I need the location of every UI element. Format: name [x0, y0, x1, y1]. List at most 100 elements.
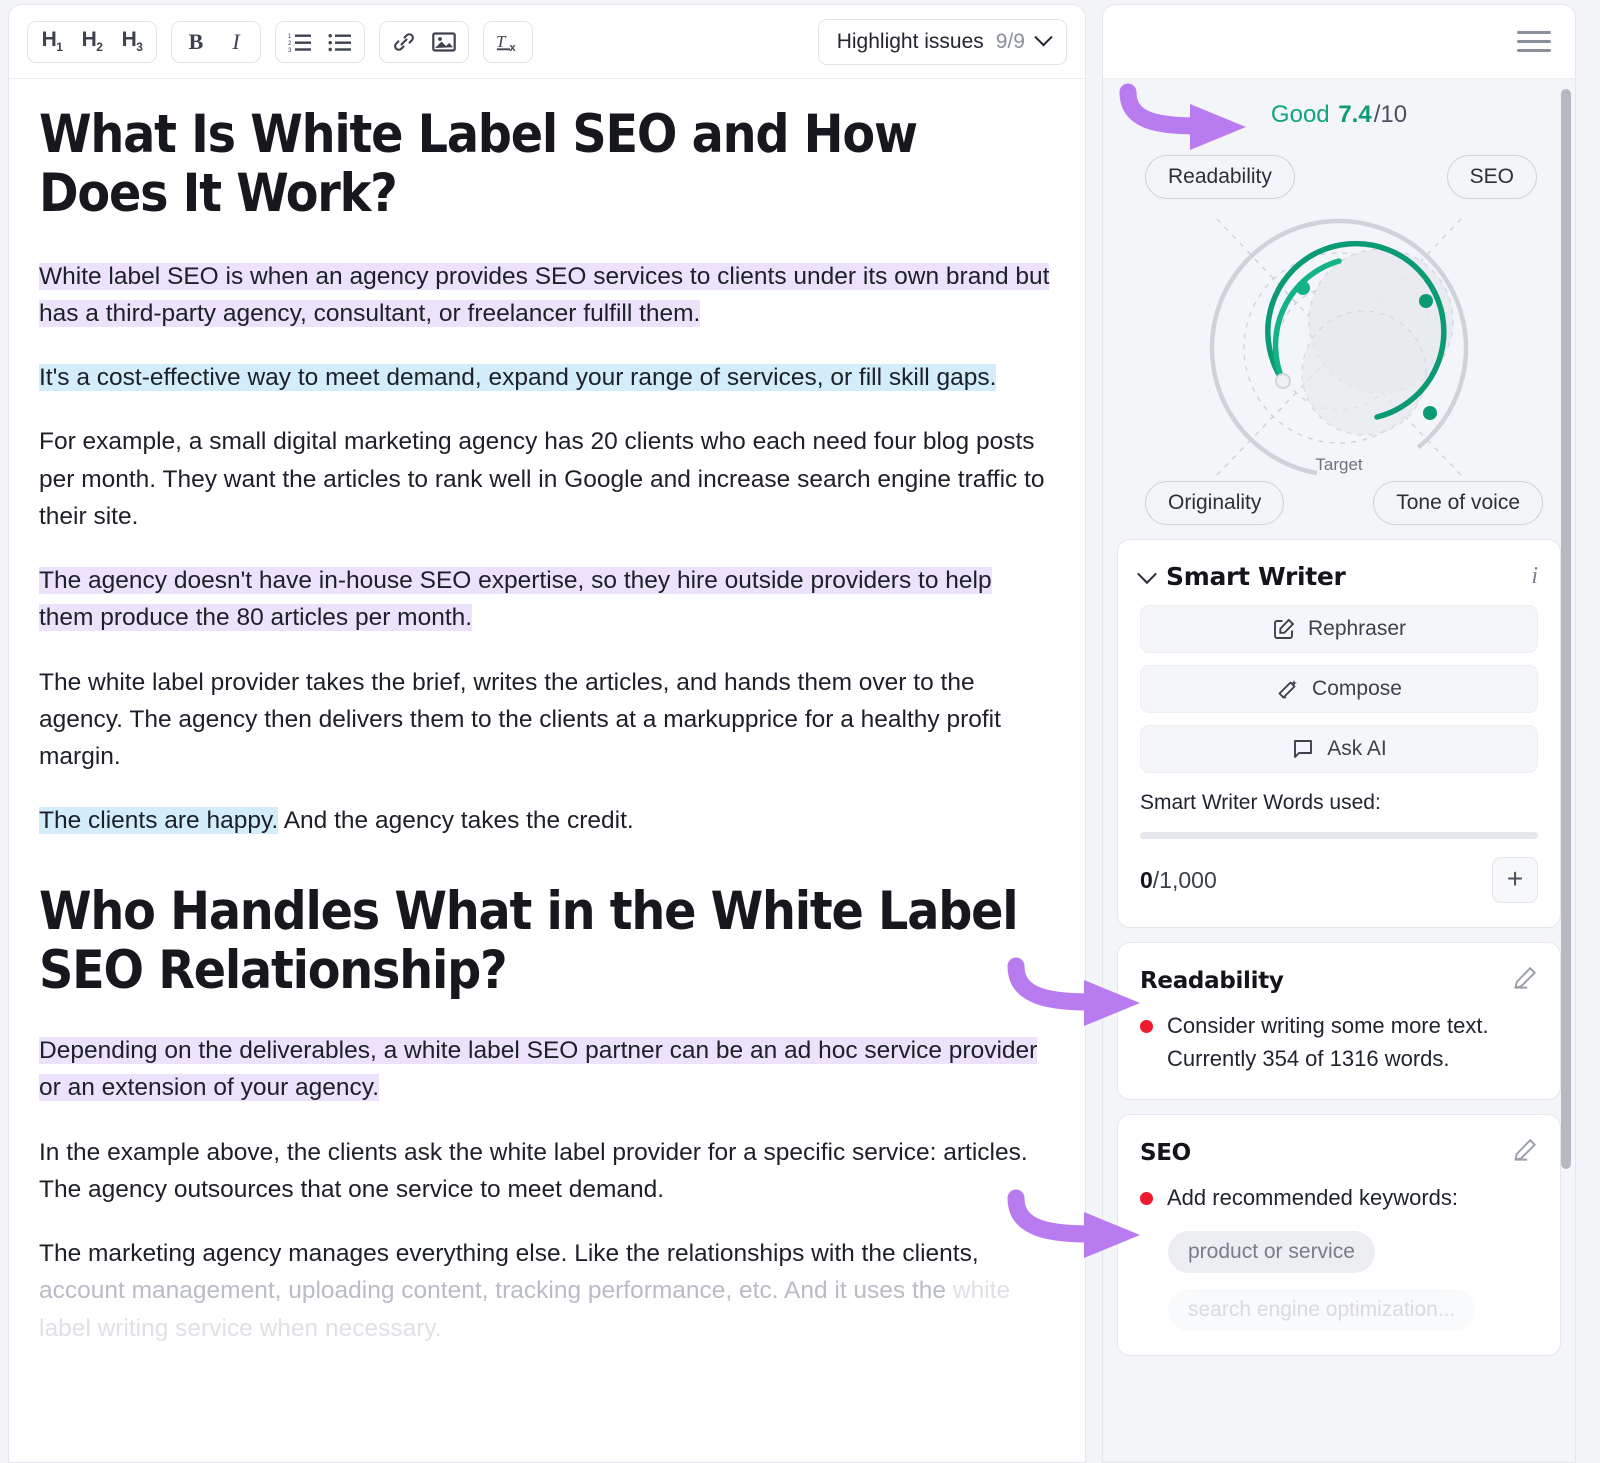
highlighted-text-blue: It's a cost-effective way to meet demand… [39, 364, 997, 392]
paragraph: White label SEO is when an agency provid… [39, 258, 1051, 332]
highlighted-text-purple: The agency doesn't have in-house SEO exp… [39, 567, 992, 632]
paragraph: It's a cost-effective way to meet demand… [39, 359, 1051, 396]
toolbar-group-insert [379, 20, 469, 63]
paragraph-fading: The marketing agency manages everything … [39, 1235, 1051, 1347]
h3-sub: 3 [136, 40, 143, 55]
bold-glyph: B [188, 28, 204, 54]
svg-text:x: x [510, 42, 517, 54]
toolbar-group-format: B I [171, 20, 261, 63]
keyword-chip[interactable]: search engine optimization... [1168, 1288, 1476, 1331]
radar-svg [1209, 218, 1469, 478]
overall-score: Good 7.4/10 [1103, 79, 1575, 143]
highlight-issues-count: 9/9 [995, 29, 1025, 53]
readability-issue-text: Consider writing some more text. Current… [1167, 1013, 1489, 1071]
compose-label: Compose [1312, 677, 1402, 700]
sidebar-scrollbar[interactable] [1561, 89, 1571, 1169]
app-root: H1 H2 H3 B I 123 T x Highlight issues 9/… [0, 0, 1600, 1463]
paragraph: In the example above, the clients ask th… [39, 1138, 1028, 1203]
svg-text:2: 2 [288, 41, 292, 47]
seo-card: SEO Add recommended keywords: product or… [1117, 1114, 1561, 1356]
seo-issue-text: Add recommended keywords: [1167, 1185, 1459, 1211]
pencil-icon[interactable] [1512, 1137, 1538, 1168]
italic-icon[interactable]: I [216, 25, 256, 59]
sidebar-header [1103, 5, 1575, 79]
words-total: /1,000 [1152, 866, 1217, 893]
severity-dot [1140, 1020, 1153, 1033]
radar-point-tone [1423, 406, 1437, 420]
document-heading-2: Who Handles What in the White Label SEO … [39, 880, 1019, 1001]
smart-writer-header: Smart Writer i [1137, 562, 1538, 591]
score-radar-chart: Readability SEO Originality Tone of voic… [1103, 143, 1575, 533]
link-icon[interactable] [384, 25, 424, 59]
document-body[interactable]: What Is White Label SEO and How Does It … [9, 79, 1085, 1462]
h2-sub: 2 [96, 40, 103, 55]
score-denominator: /10 [1373, 101, 1408, 128]
radar-point-readability [1296, 281, 1310, 295]
bold-icon[interactable]: B [176, 25, 216, 59]
h1-icon[interactable]: H1 [32, 25, 72, 59]
compose-button[interactable]: Compose [1140, 665, 1538, 713]
highlight-issues-dropdown[interactable]: Highlight issues 9/9 [817, 18, 1067, 65]
clear-format-icon[interactable]: Tx [488, 25, 528, 59]
chevron-down-icon [1034, 28, 1053, 47]
paragraph: The white label provider takes the brief… [39, 668, 1001, 771]
keyword-chip[interactable]: product or service [1168, 1230, 1375, 1273]
pill-seo[interactable]: SEO [1446, 155, 1537, 199]
radar-point-seo [1419, 294, 1433, 308]
h1-sub: 1 [56, 40, 63, 55]
italic-glyph: I [232, 28, 240, 54]
pill-readability[interactable]: Readability [1145, 155, 1295, 199]
editor-pane: H1 H2 H3 B I 123 T x Highlight issues 9/… [8, 4, 1086, 1463]
toolbar-group-headings: H1 H2 H3 [27, 20, 157, 63]
svg-text:1: 1 [288, 34, 292, 40]
editor-toolbar: H1 H2 H3 B I 123 T x Highlight issues 9/… [9, 5, 1085, 79]
ordered-list-icon[interactable]: 123 [280, 25, 320, 59]
svg-text:3: 3 [288, 48, 292, 52]
info-icon[interactable]: i [1531, 563, 1538, 590]
smart-writer-progress-bar [1140, 832, 1538, 839]
smart-writer-footer: 0/1,000 + [1140, 857, 1538, 903]
highlighted-text-blue: The clients are happy. [39, 807, 279, 835]
magic-wand-icon [1278, 680, 1298, 700]
seo-title: SEO [1140, 1139, 1191, 1166]
fade-lead: The marketing agency manages everything … [39, 1240, 979, 1268]
smart-writer-words-label: Smart Writer Words used: [1140, 791, 1381, 814]
bullet-list-icon[interactable] [320, 25, 360, 59]
chevron-down-icon[interactable] [1137, 563, 1157, 584]
rephraser-button[interactable]: Rephraser [1140, 605, 1538, 653]
h2-icon[interactable]: H2 [72, 25, 112, 59]
toolbar-group-clear: Tx [483, 20, 533, 63]
hamburger-menu-icon[interactable] [1517, 25, 1551, 58]
paragraph: The agency doesn't have in-house SEO exp… [39, 562, 1051, 636]
fade-mid: account management, uploading content, t… [39, 1277, 947, 1305]
paragraph: Depending on the deliverables, a white l… [39, 1032, 1051, 1106]
words-used: 0 [1140, 866, 1153, 893]
radar-target-label: Target [1315, 455, 1363, 474]
readability-issue: Consider writing some more text. Current… [1140, 1010, 1538, 1075]
toolbar-group-lists: 123 [275, 20, 365, 63]
readability-title: Readability [1140, 967, 1284, 994]
document-heading-1: What Is White Label SEO and How Does It … [39, 104, 918, 225]
readability-header: Readability [1140, 965, 1538, 996]
severity-dot [1140, 1192, 1153, 1206]
readability-card: Readability Consider writing some more t… [1117, 942, 1561, 1101]
smart-writer-card: Smart Writer i Rephraser Compose Ask AI … [1117, 539, 1561, 928]
paragraph: For example, a small digital marketing a… [39, 428, 1045, 530]
ask-ai-label: Ask AI [1327, 737, 1387, 760]
h3-icon[interactable]: H3 [112, 25, 152, 59]
paragraph: The clients are happy. And the agency ta… [39, 802, 1051, 839]
radar-point-originality [1275, 373, 1291, 389]
pencil-icon[interactable] [1512, 965, 1538, 996]
highlighted-text-purple: White label SEO is when an agency provid… [39, 262, 1050, 327]
score-value: 7.4 [1338, 101, 1372, 128]
chat-bubble-icon [1294, 740, 1313, 758]
ask-ai-button[interactable]: Ask AI [1140, 725, 1538, 773]
smart-writer-usage-count: 0/1,000 [1140, 867, 1217, 894]
rephraser-label: Rephraser [1307, 617, 1407, 640]
seo-header: SEO [1140, 1137, 1538, 1168]
analysis-sidebar: Good 7.4/10 Readability SEO Originality … [1102, 4, 1576, 1463]
smart-writer-title: Smart Writer [1166, 562, 1346, 591]
image-icon[interactable] [424, 25, 464, 59]
pencil-square-icon [1274, 618, 1294, 639]
add-words-button[interactable]: + [1492, 857, 1538, 903]
